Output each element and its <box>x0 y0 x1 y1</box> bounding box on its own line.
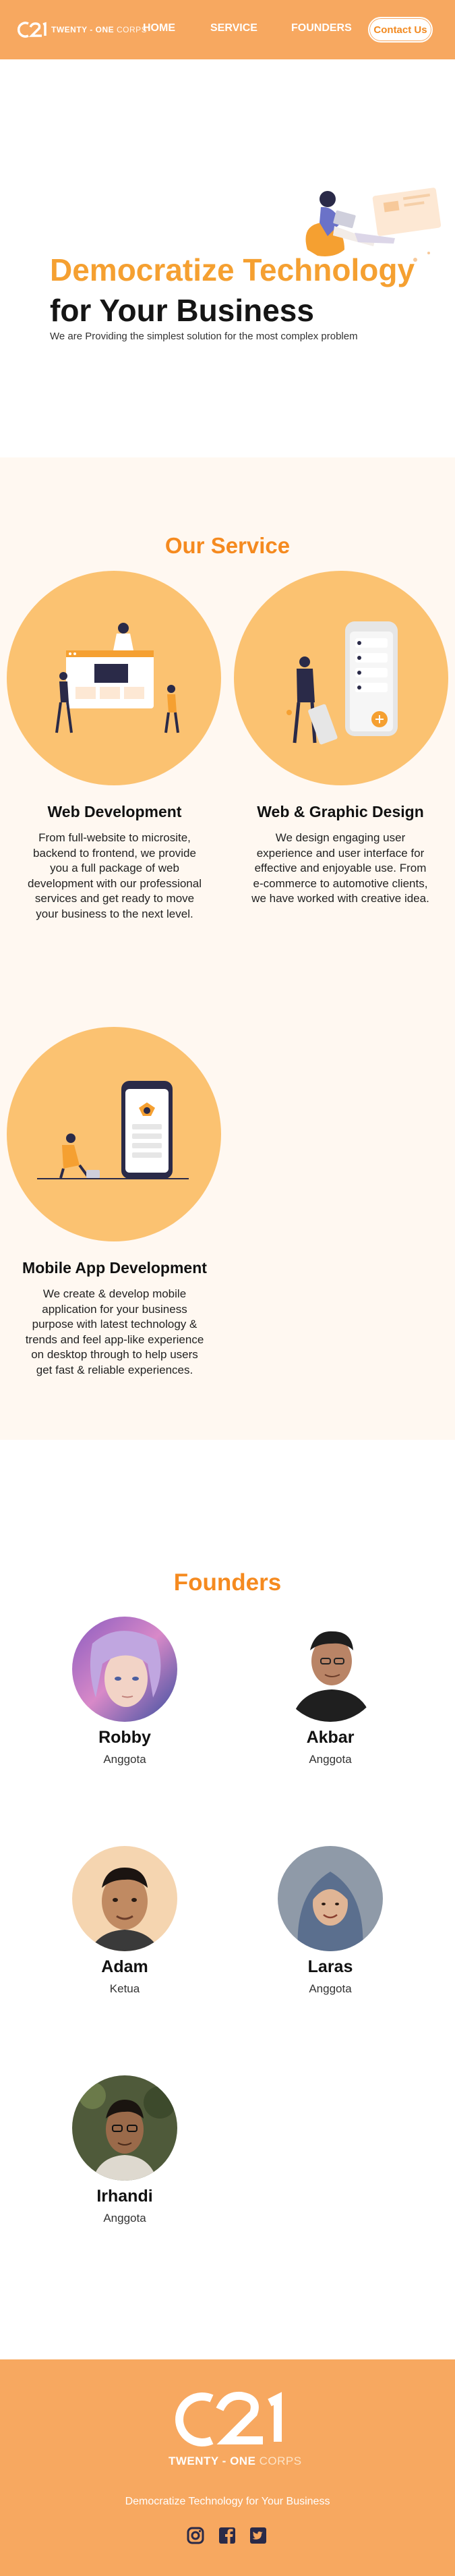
facebook-icon[interactable] <box>218 2527 236 2544</box>
service-title-web-development: Web Development <box>47 803 182 820</box>
founder-name-irhandi: Irhandi <box>96 2187 153 2206</box>
nav-service[interactable]: SERVICE <box>210 22 257 34</box>
nav-home[interactable]: HOME <box>143 22 175 34</box>
site-header: TWENTY - ONE CORPS HOME SERVICE FOUNDERS… <box>0 0 455 59</box>
founder-role-akbar: Anggota <box>309 1753 352 1766</box>
hero-subtitle: We are Providing the simplest solution f… <box>50 331 358 342</box>
instagram-icon[interactable] <box>187 2527 204 2544</box>
service-heading: Our Service <box>164 533 291 558</box>
logo-mark-icon <box>17 22 47 38</box>
service-title-graphic-design: Web & Graphic Design <box>257 803 424 820</box>
footer-tagline: Democratize Technology for Your Business <box>125 2496 330 2507</box>
founder-role-irhandi: Anggota <box>103 2212 146 2224</box>
footer-brand-suffix: CORPS <box>259 2455 302 2467</box>
footer-brand: TWENTY - ONE CORPS <box>169 2455 302 2468</box>
footer-logo-mark-icon <box>175 2391 282 2446</box>
founders-heading: Founders <box>173 1569 282 1596</box>
mobile-app-illustration <box>7 1027 221 1241</box>
hero-title-highlight: Democratize Technology <box>50 252 415 287</box>
founder-name-laras: Laras <box>307 1957 353 1976</box>
nav-founders[interactable]: FOUNDERS <box>291 22 352 34</box>
web-development-illustration <box>7 571 221 785</box>
footer-brand-name: TWENTY - ONE <box>169 2455 256 2467</box>
contact-us-button[interactable]: Contact Us <box>368 17 433 43</box>
twitter-icon[interactable] <box>249 2527 267 2544</box>
founder-avatar-robby <box>72 1617 177 1722</box>
founder-avatar-adam <box>72 1846 177 1951</box>
founder-role-adam: Ketua <box>109 1982 140 1995</box>
site-footer: TWENTY - ONE CORPS Democratize Technolog… <box>0 2359 455 2576</box>
brand-name: TWENTY - ONE <box>51 25 115 34</box>
service-desc-mobile-app: We create & develop mobile application f… <box>25 1287 204 1376</box>
service-desc-web-development: From full-website to microsite, backend … <box>28 831 202 920</box>
founder-avatar-irhandi <box>72 2075 177 2181</box>
graphic-design-illustration <box>234 571 448 785</box>
founder-role-robby: Anggota <box>103 1753 146 1766</box>
hero-title: for Your Business <box>50 293 314 328</box>
founder-avatar-akbar <box>278 1617 383 1722</box>
founder-name-adam: Adam <box>101 1957 148 1976</box>
service-section: Our Service Web Development From full-we… <box>0 457 455 1440</box>
founder-role-laras: Anggota <box>309 1982 352 1995</box>
founder-name-robby: Robby <box>98 1728 151 1747</box>
service-title-mobile-app: Mobile App Development <box>22 1259 207 1277</box>
brand-logo[interactable]: TWENTY - ONE CORPS <box>13 20 147 39</box>
founder-name-akbar: Akbar <box>306 1728 355 1747</box>
service-desc-graphic-design: We design engaging user experience and u… <box>251 831 429 905</box>
founder-avatar-laras <box>278 1846 383 1951</box>
